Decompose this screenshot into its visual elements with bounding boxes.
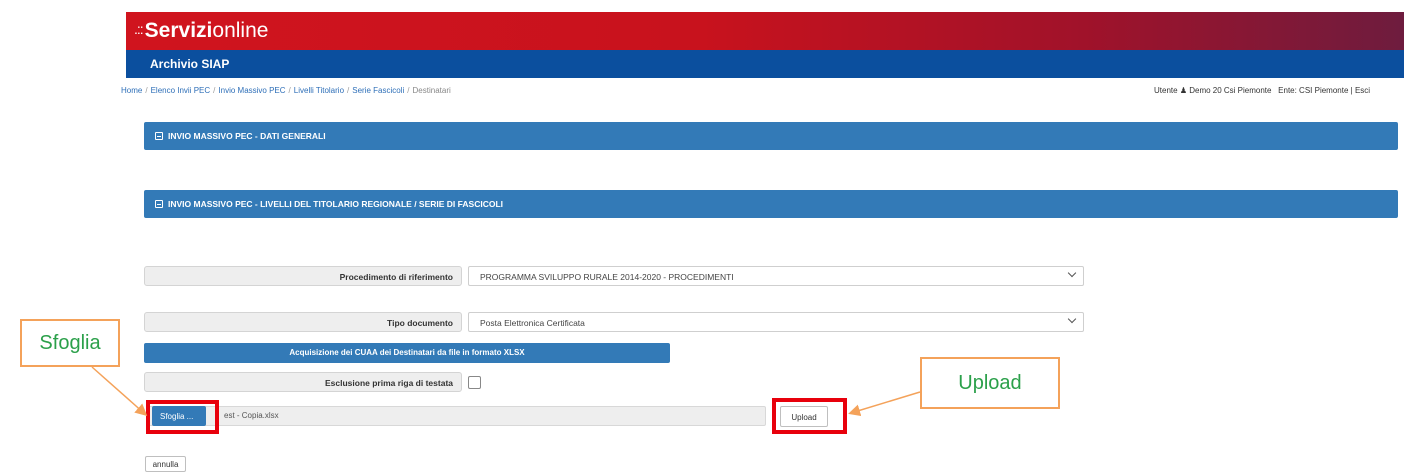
callout-arrows bbox=[91, 366, 921, 417]
sfoglia-arrow bbox=[91, 366, 148, 416]
upload-arrow bbox=[848, 391, 921, 417]
